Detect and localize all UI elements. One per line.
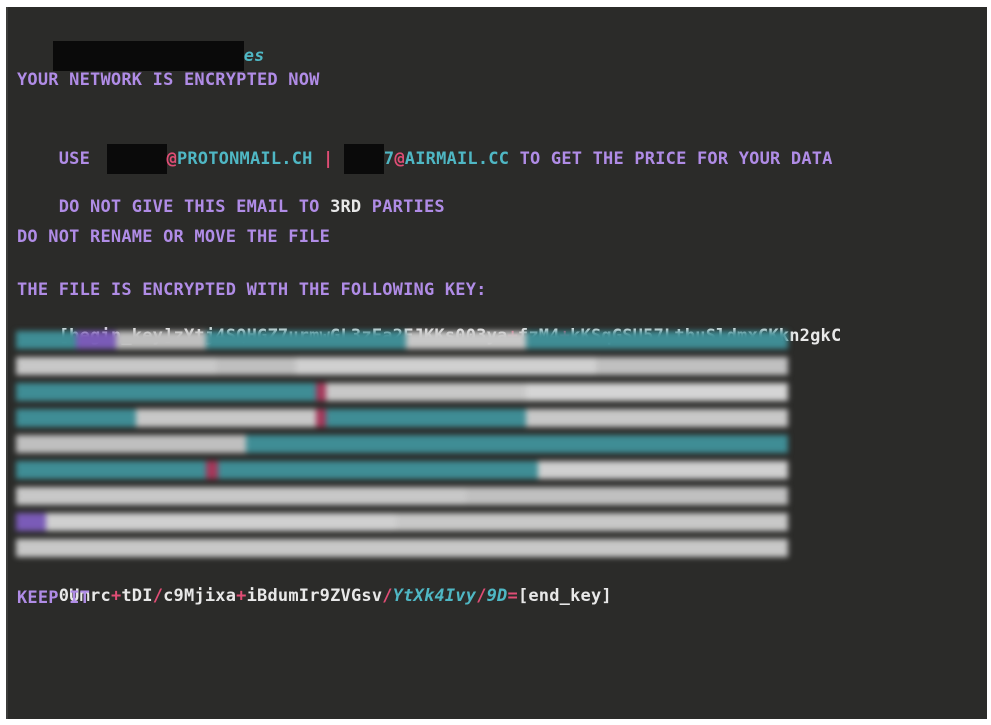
key-slash: /	[382, 586, 393, 606]
no-third-text-b: 3RD	[330, 197, 362, 217]
key-slash: /	[476, 586, 487, 606]
email1-at: @	[166, 149, 177, 169]
key-heading: THE FILE IS ENCRYPTED WITH THE FOLLOWING…	[17, 280, 487, 300]
ransom-note-terminal: es YOUR NETWORK IS ENCRYPTED NOW USE @PR…	[6, 7, 987, 719]
key-end-c: c9Mjixa	[163, 586, 237, 606]
redaction-block	[343, 144, 384, 174]
key-end-b: tDI	[121, 586, 153, 606]
email2-tail: 7	[383, 149, 395, 169]
separator: |	[312, 149, 344, 169]
key-end-d: iBdumIr9ZVGsv	[246, 586, 383, 606]
blurred-key-block	[16, 329, 788, 557]
use-prefix: USE	[58, 149, 101, 169]
keep-it-line: KEEP IT	[17, 588, 91, 608]
key-end-line: 0Umrc+tDI/c9Mjixa+iBdumIr9ZVGsv/YtXk4Ivy…	[17, 563, 612, 629]
key-equals: =	[507, 586, 518, 606]
network-encrypted-line: YOUR NETWORK IS ENCRYPTED NOW	[17, 70, 320, 90]
use-suffix: TO GET THE PRICE FOR YOUR DATA	[509, 149, 833, 169]
no-third-text-a: DO NOT GIVE THIS EMAIL TO	[58, 197, 331, 217]
email1-domain: PROTONMAIL.CH	[176, 149, 313, 169]
no-third-text-c: PARTIES	[361, 197, 445, 217]
email2-at: @	[394, 149, 405, 169]
redaction-block	[52, 41, 244, 71]
key-end-e: YtXk4Ivy	[392, 586, 477, 606]
key-end-f: 9D	[486, 586, 508, 606]
key-slash: /	[152, 586, 164, 606]
key-plus: +	[236, 586, 247, 606]
key-plus: +	[110, 586, 122, 606]
key-end-g: [end_key]	[517, 586, 612, 606]
email2-domain: AIRMAIL.CC	[404, 149, 510, 169]
title-suffix: es	[243, 46, 265, 66]
redaction-block	[106, 144, 167, 174]
no-rename-line: DO NOT RENAME OR MOVE THE FILE	[17, 227, 331, 247]
